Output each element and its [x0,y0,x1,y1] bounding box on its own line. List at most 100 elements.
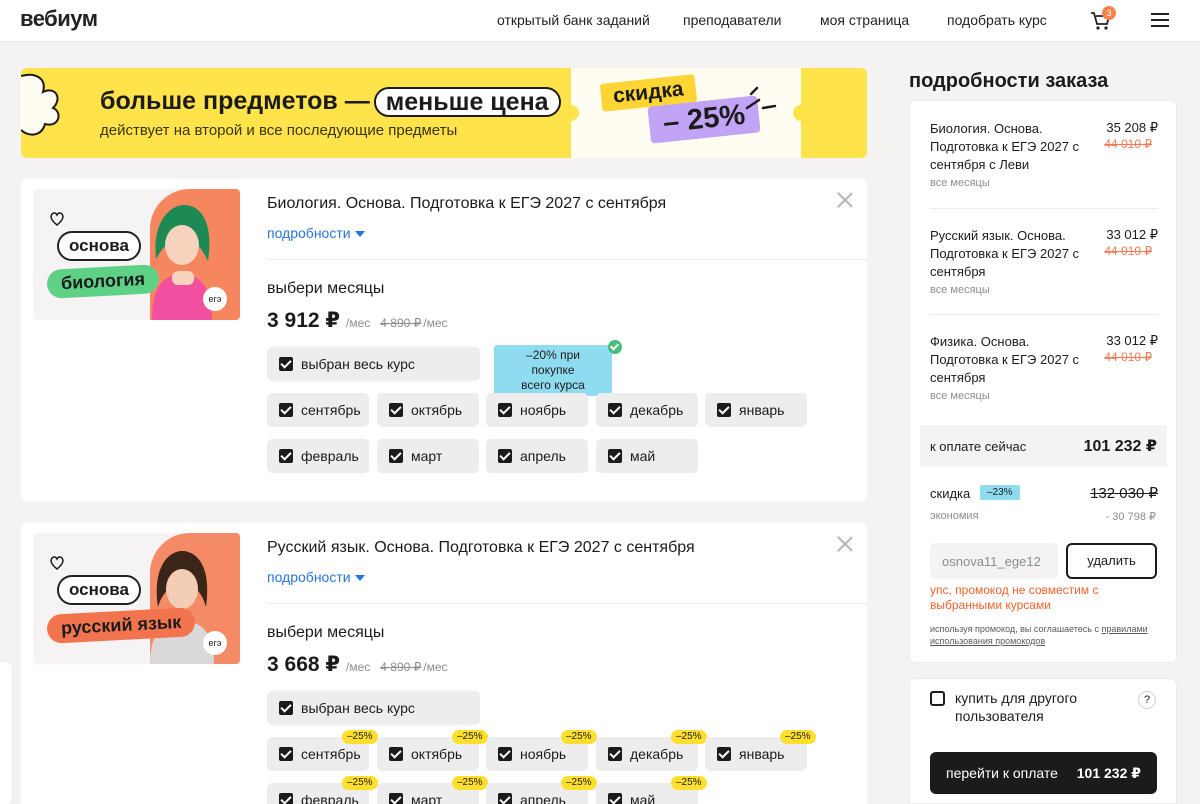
course-cover-image: основа биология егэ [33,189,240,320]
pay-button-label: перейти к оплате [946,765,1058,781]
month-label: январь [739,746,785,762]
gift-checkbox[interactable] [930,691,945,706]
order-item-old-price: 44 010 ₽ [1104,244,1152,258]
order-item-old-price: 44 010 ₽ [1104,350,1152,364]
banner-title-text: больше предметов — [100,87,370,115]
discount-percent-tag: –23% [980,485,1020,500]
order-item-old-price: 44 010 ₽ [1104,137,1152,151]
check-circle-icon [608,340,622,354]
promo-line-1: –20% при покупке [526,348,580,377]
month-label: сентябрь [301,402,361,418]
cover-ege-badge: егэ [203,287,227,311]
order-heading: подробности заказа [909,70,1109,92]
course-price: 3 912 ₽/мес 4 890 ₽/мес [267,308,448,333]
month-label: февраль [301,448,359,464]
checkbox-checked-icon [279,357,293,371]
course-details-link[interactable]: подробности [267,225,365,241]
month-label: март [411,448,443,464]
site-logo[interactable]: вебиум [20,6,98,32]
month-label: май [630,792,656,804]
price-unit: /мес [346,660,371,674]
menu-icon[interactable] [1151,13,1169,27]
checkbox-checked-icon [279,701,293,715]
month-label: ноябрь [520,746,567,762]
month-chip-may[interactable]: май [596,439,698,473]
discount-label: скидка [930,486,971,501]
order-item-name: Биология. Основа. Подготовка к ЕГЭ 2027 … [930,121,1080,172]
month-chip-march[interactable]: март [377,439,479,473]
remove-course-close-icon[interactable] [837,536,853,552]
month-discount-badge: –25% [342,730,378,744]
nav-my-page[interactable]: моя страница [820,12,909,28]
month-chip-september[interactable]: сентябрь [267,393,369,427]
price-current: 3 912 ₽ [267,309,340,332]
price-old-unit: /мес [423,660,448,674]
choose-months-label: выбери месяцы [267,624,385,641]
banner-title: больше предметов — меньше цена [100,87,561,118]
promo-code-input[interactable] [930,543,1058,579]
month-chip-january[interactable]: январь [705,393,807,427]
order-item: Физика. Основа. Подготовка к ЕГЭ 2027 с … [930,333,1158,423]
month-label: апрель [520,792,566,804]
course-details-link[interactable]: подробности [267,569,365,585]
promo-error-message: упс, промокод не совместим с выбранными … [930,583,1099,612]
details-text: подробности [267,569,351,585]
nav-choose-course[interactable]: подобрать курс [947,12,1047,28]
promo-terms-note: используя промокод, вы соглашаетесь с пр… [930,623,1162,647]
month-label: декабрь [630,402,684,418]
banner-subtitle: действует на второй и все последующие пр… [100,122,458,139]
economy-value: - 30 798 ₽ [1105,511,1156,523]
month-chip-october[interactable]: октябрь [377,393,479,427]
order-item-name: Физика. Основа. Подготовка к ЕГЭ 2027 с … [930,334,1080,385]
order-item: Биология. Основа. Подготовка к ЕГЭ 2027 … [930,120,1158,210]
month-discount-badge: –25% [452,730,488,744]
details-text: подробности [267,225,351,241]
nav-teachers[interactable]: преподаватели [683,12,782,28]
month-chip-february[interactable]: февраль [267,439,369,473]
month-label: октябрь [411,402,463,418]
side-widget-tab[interactable] [0,662,12,804]
month-chip-december[interactable]: декабрь [596,393,698,427]
full-course-discount-tag: –20% при покупке всего курса [494,345,612,396]
top-header: вебиум открытый банк заданий преподавате… [0,0,1200,42]
rays-decoration-icon [745,86,777,110]
help-icon[interactable]: ? [1138,691,1156,709]
cart-count-badge: 3 [1102,6,1116,20]
price-old: 4 890 ₽ [380,316,422,330]
course-title: Русский язык. Основа. Подготовка к ЕГЭ 2… [267,539,695,556]
pay-now-row: к оплате сейчас 101 232 ₽ [920,425,1167,467]
pay-now-label: к оплате сейчас [930,439,1027,454]
month-chip-november[interactable]: ноябрь [486,393,588,427]
heart-icon [50,556,64,570]
month-discount-badge: –25% [561,776,597,790]
course-card-biology: основа биология егэ Биология. Основа. По… [21,179,867,501]
order-item-price: 35 208 ₽ [1106,120,1158,135]
course-cover-image: основа русский язык егэ [33,533,240,664]
cover-subject-label: биология [46,264,160,299]
month-label: ноябрь [520,402,567,418]
go-to-payment-button[interactable]: перейти к оплате 101 232 ₽ [930,752,1157,794]
course-price: 3 668 ₽/мес 4 890 ₽/мес [267,652,448,677]
remove-course-close-icon[interactable] [837,192,853,208]
nav-open-task-bank[interactable]: открытый банк заданий [497,12,650,28]
economy-label: экономия [930,510,979,522]
pay-now-value: 101 232 ₽ [1083,438,1157,455]
order-item-months: все месяцы [930,284,990,296]
whole-course-label: выбран весь курс [301,356,415,372]
whole-course-checkbox[interactable]: выбран весь курс [267,691,480,725]
whole-course-checkbox[interactable]: выбран весь курс [267,347,480,381]
discount-old-total: 132 030 ₽ [1090,485,1158,502]
month-chip-april[interactable]: апрель [486,439,588,473]
chevron-down-icon [354,575,365,582]
promo-banner: больше предметов — меньше цена действует … [21,68,867,158]
month-discount-badge: –25% [561,730,597,744]
month-label: апрель [520,448,566,464]
price-old-unit: /мес [423,316,448,330]
month-label: январь [739,402,785,418]
order-item-months: все месяцы [930,177,990,189]
heart-icon [50,212,64,226]
gift-label: купить для другого пользователя [955,690,1078,724]
banner-title-pill: меньше цена [373,87,561,118]
price-old: 4 890 ₽ [380,660,422,674]
promo-delete-button[interactable]: удалить [1066,543,1157,579]
